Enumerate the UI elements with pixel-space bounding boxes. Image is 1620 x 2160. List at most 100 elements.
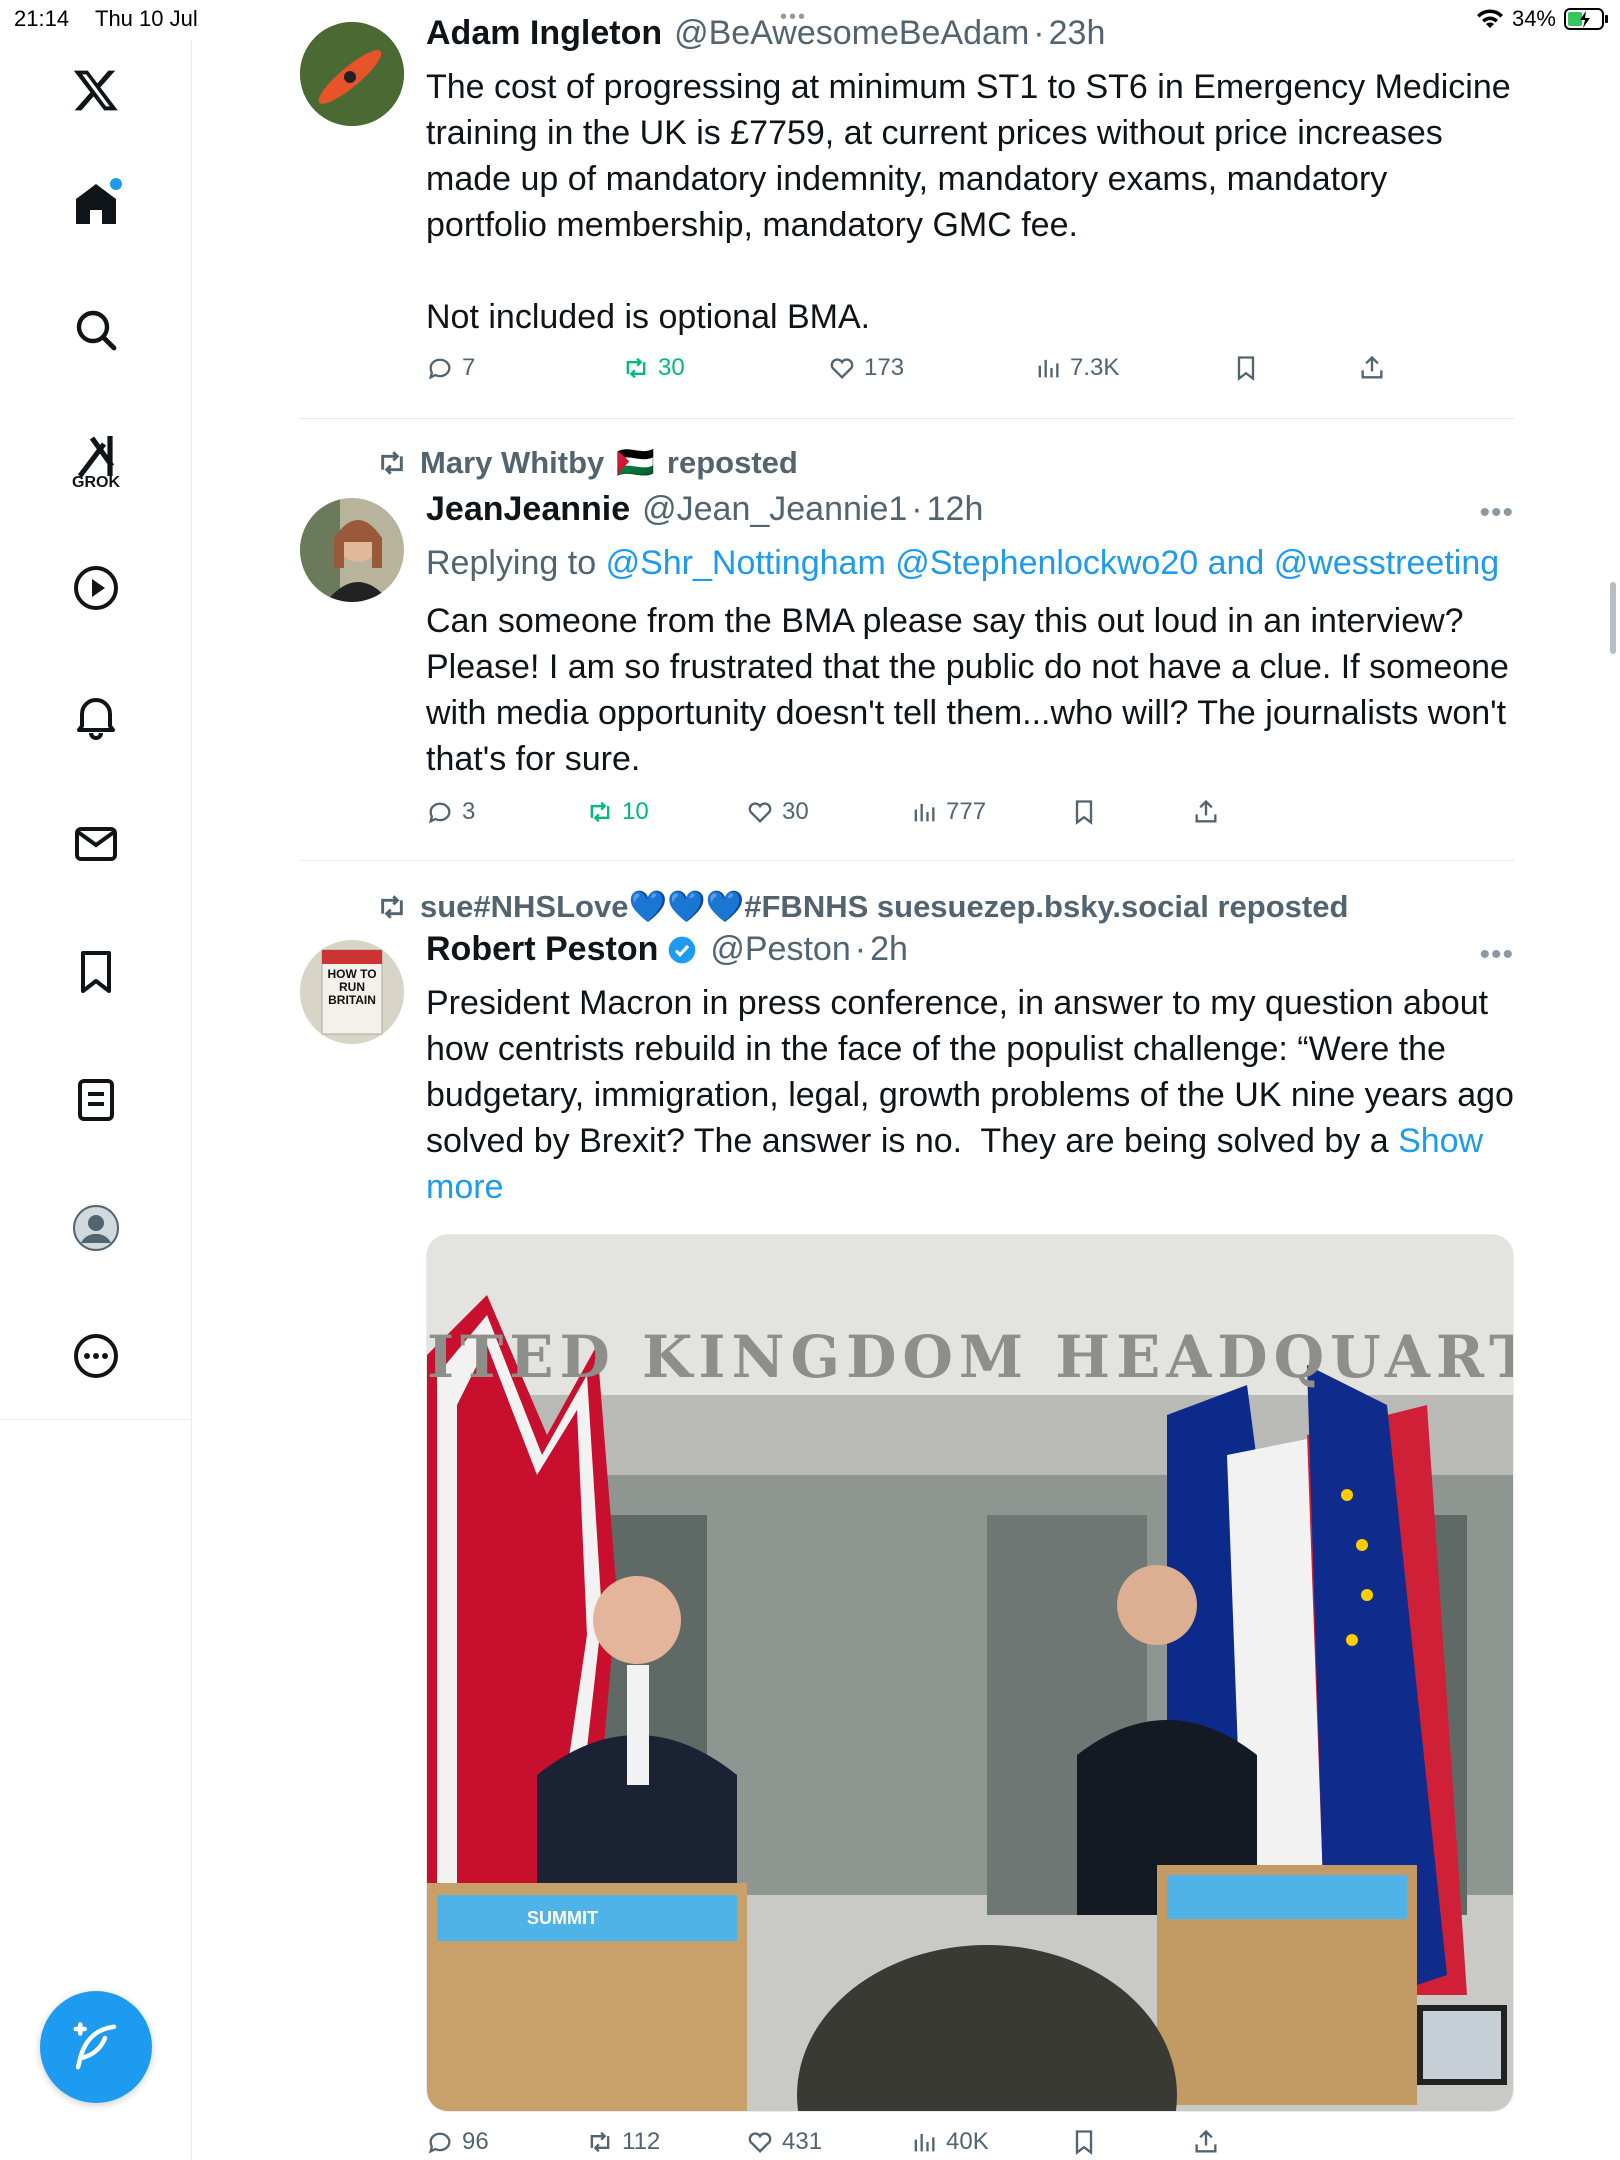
- repost-icon: [590, 801, 610, 823]
- reply-icon: [428, 358, 451, 380]
- battery-icon: [1564, 8, 1608, 30]
- author-handle[interactable]: @Peston: [710, 930, 850, 969]
- repost-count: 30: [658, 354, 685, 381]
- bookmark-button[interactable]: [1232, 354, 1260, 382]
- repost-icon: [626, 357, 646, 379]
- home-icon[interactable]: [62, 170, 130, 238]
- reply-count: 3: [462, 798, 476, 825]
- tweet-card[interactable]: Mary Whitby 🇵🇸 reposted JeanJeannie @Jea…: [300, 420, 1514, 862]
- grok-icon[interactable]: GROK: [62, 422, 130, 491]
- tweet-divider: [300, 418, 1514, 419]
- reposted-by-name[interactable]: sue#NHSLove💙💙💙#FBNHS suesuezep.bsky.soci…: [420, 888, 1348, 925]
- repost-button[interactable]: 112: [586, 2128, 660, 2156]
- view-count: 777: [946, 798, 987, 825]
- reply-button[interactable]: 7: [426, 354, 475, 382]
- author-handle[interactable]: @BeAwesomeBeAdam: [674, 14, 1029, 53]
- author-name[interactable]: JeanJeannie: [426, 490, 630, 529]
- notifications-bell-icon[interactable]: [62, 682, 130, 750]
- views-button[interactable]: 7.3K: [1034, 354, 1119, 382]
- view-count: 40K: [946, 2128, 989, 2155]
- battery-percent: 34%: [1511, 6, 1556, 31]
- sidebar: GROK: [0, 40, 192, 2160]
- reposted-by-line: Mary Whitby 🇵🇸 reposted: [376, 444, 798, 481]
- tweet-text: Can someone from the BMA please say this…: [426, 602, 1519, 778]
- replying-to-line: Replying to @Shr_Nottingham @Stephenlock…: [426, 540, 1514, 586]
- avatar[interactable]: HOW TO RUN BRITAIN: [300, 940, 404, 1044]
- profile-avatar-icon[interactable]: [62, 1194, 130, 1262]
- compose-feather-icon: [73, 2022, 117, 2070]
- like-button[interactable]: 431: [746, 2128, 822, 2156]
- bookmark-button[interactable]: [1070, 2128, 1098, 2156]
- share-icon: [1361, 355, 1383, 379]
- reposted-by-flag: 🇵🇸: [616, 445, 655, 480]
- home-notification-dot: [110, 178, 122, 190]
- post-time[interactable]: 12h: [927, 490, 984, 529]
- reply-button[interactable]: 96: [426, 2128, 489, 2156]
- share-button[interactable]: [1192, 2128, 1220, 2156]
- tweet-card[interactable]: sue#NHSLove💙💙💙#FBNHS suesuezep.bsky.soci…: [300, 862, 1514, 2160]
- podium-text: SUMMIT: [527, 1908, 598, 1928]
- heart-icon: [830, 358, 854, 379]
- reply-icon: [428, 802, 451, 824]
- view-count: 7.3K: [1070, 354, 1120, 381]
- avatar[interactable]: [300, 498, 404, 602]
- reply-icon: [428, 2132, 451, 2154]
- tweet-photo[interactable]: ITED KINGDOM HEADQUARTI SUMMIT: [426, 1234, 1514, 2112]
- bookmark-icon: [1237, 356, 1255, 381]
- tweet-header: Adam Ingleton @BeAwesomeBeAdam · 23h: [426, 14, 1106, 53]
- search-icon[interactable]: [62, 296, 130, 364]
- repost-icon: [381, 450, 403, 475]
- replying-to-handles[interactable]: @Shr_Nottingham @Stephenlockwo20 and @we…: [606, 544, 1500, 582]
- reply-button[interactable]: 3: [426, 798, 475, 826]
- like-count: 30: [782, 798, 809, 825]
- more-options-icon[interactable]: •••: [1479, 938, 1514, 972]
- more-options-circle-icon[interactable]: [62, 1322, 130, 1390]
- post-time[interactable]: 2h: [870, 930, 908, 969]
- x-logo-icon[interactable]: [62, 56, 130, 124]
- views-button[interactable]: 777: [910, 798, 986, 826]
- reply-count: 7: [462, 354, 476, 381]
- more-options-icon[interactable]: •••: [1479, 496, 1514, 530]
- compose-post-button[interactable]: [40, 1991, 152, 2103]
- reposted-by-line: sue#NHSLove💙💙💙#FBNHS suesuezep.bsky.soci…: [376, 888, 1348, 925]
- author-name[interactable]: Robert Peston: [426, 930, 658, 969]
- share-button[interactable]: [1358, 354, 1386, 382]
- messages-envelope-icon[interactable]: [62, 810, 130, 878]
- bookmark-button[interactable]: [1070, 798, 1098, 826]
- views-chart-icon: [914, 2133, 935, 2152]
- verified-badge-icon: [669, 936, 696, 963]
- reposted-by-name[interactable]: Mary Whitby: [420, 445, 604, 481]
- video-play-icon[interactable]: [62, 554, 130, 622]
- repost-button[interactable]: 10: [586, 798, 649, 826]
- repost-icon: [381, 894, 403, 919]
- like-button[interactable]: 173: [828, 354, 904, 382]
- status-date: Thu 10 Jul: [95, 6, 198, 31]
- share-button[interactable]: [1192, 798, 1220, 826]
- author-name[interactable]: Adam Ingleton: [426, 14, 662, 53]
- repost-button[interactable]: 30: [622, 354, 685, 382]
- lists-icon[interactable]: [62, 1066, 130, 1134]
- tweet-text-content: President Macron in press conference, in…: [426, 984, 1524, 1160]
- share-icon: [1195, 799, 1217, 823]
- views-button[interactable]: 40K: [910, 2128, 989, 2156]
- views-chart-icon: [1038, 359, 1059, 378]
- bookmark-icon: [1075, 800, 1093, 825]
- author-handle[interactable]: @Jean_Jeannie1: [642, 490, 907, 529]
- tweet-text: The cost of progressing at minimum ST1 t…: [426, 68, 1511, 336]
- tweet-header: Robert Peston @Peston · 2h: [426, 930, 908, 969]
- post-time[interactable]: 23h: [1049, 14, 1106, 53]
- like-count: 431: [782, 2128, 823, 2155]
- repost-count: 10: [622, 798, 649, 825]
- reposted-suffix: reposted: [666, 444, 798, 480]
- avatar[interactable]: [300, 22, 404, 126]
- tweet-card[interactable]: Adam Ingleton @BeAwesomeBeAdam · 23h The…: [300, 0, 1514, 420]
- tweet-divider: [300, 860, 1514, 861]
- bookmarks-icon[interactable]: [62, 938, 130, 1006]
- grok-label: GROK: [72, 474, 120, 491]
- photo-sign-text: ITED KINGDOM HEADQUARTI: [427, 1323, 1514, 1391]
- scrollbar[interactable]: [1610, 582, 1616, 654]
- sidebar-nav: GROK: [0, 40, 192, 1420]
- repost-count: 112: [622, 2128, 661, 2155]
- like-button[interactable]: 30: [746, 798, 809, 826]
- tweet-text: President Macron in press conference, in…: [426, 980, 1514, 1210]
